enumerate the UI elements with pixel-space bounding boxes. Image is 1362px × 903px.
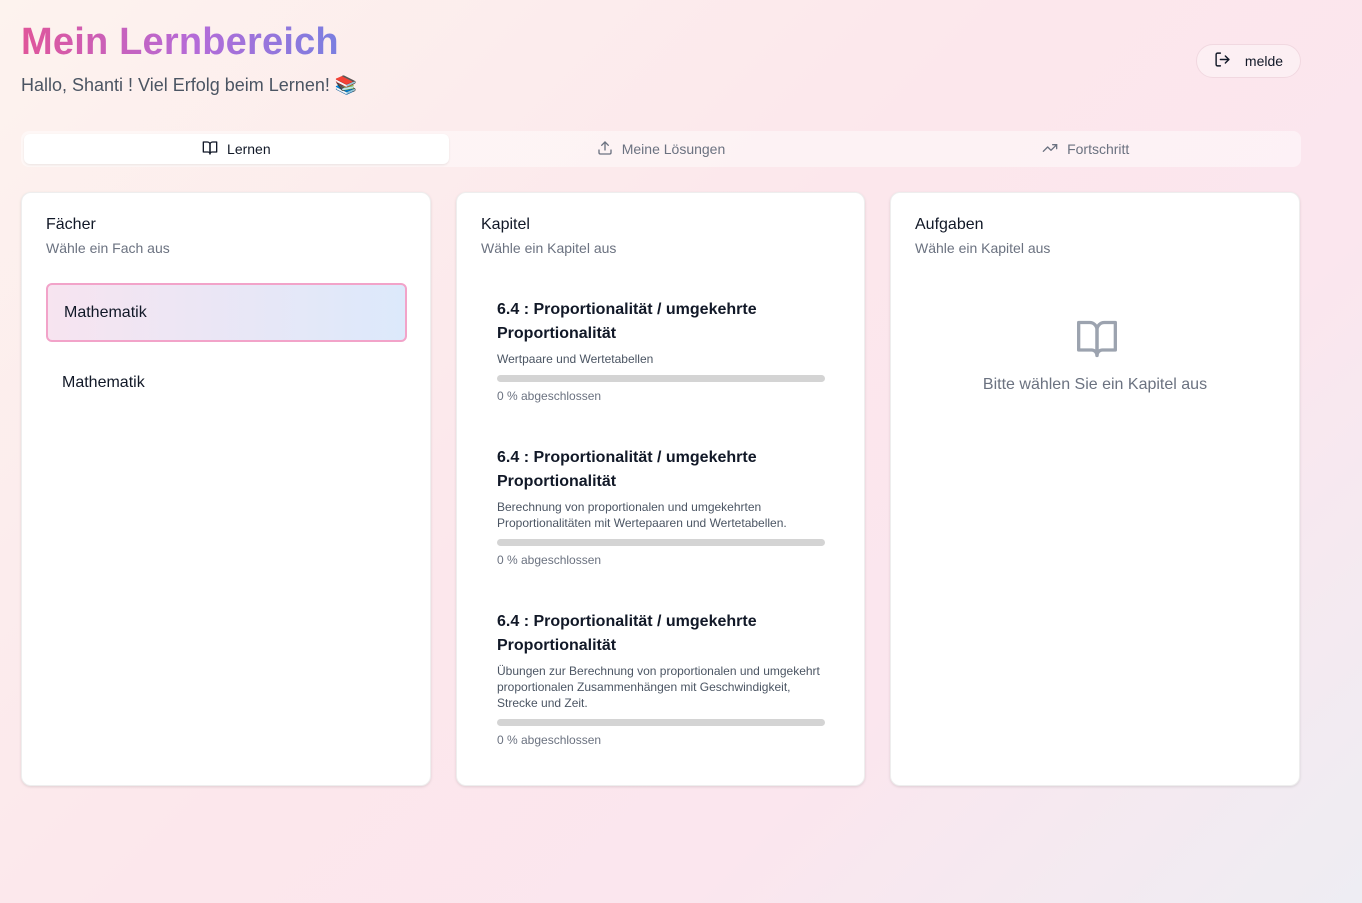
upload-icon: [597, 140, 613, 159]
chapter-item[interactable]: 6.4 : Proportionalität / umgekehrte Prop…: [497, 446, 827, 568]
book-open-icon: [1074, 317, 1120, 361]
chapter-item[interactable]: 6.4 : Proportionalität / umgekehrte Prop…: [497, 298, 827, 404]
chapter-title: 6.4 : Proportionalität / umgekehrte Prop…: [497, 613, 757, 654]
chapters-title: Kapitel: [481, 216, 530, 233]
chapter-item[interactable]: 6.4 : Proportionalität / umgekehrte Prop…: [497, 610, 827, 748]
subjects-description: Wähle ein Fach aus: [46, 240, 170, 256]
chapters-panel: Kapitel Wähle ein Kapitel aus 6.4 : Prop…: [456, 192, 865, 786]
logout-button[interactable]: melde: [1196, 44, 1301, 78]
chapter-title: 6.4 : Proportionalität / umgekehrte Prop…: [497, 301, 757, 342]
progress-bar: [497, 539, 825, 546]
tasks-panel: Aufgaben Wähle ein Kapitel aus Bitte wäh…: [890, 192, 1300, 786]
empty-state-text: Bitte wählen Sie ein Kapitel aus: [982, 376, 1208, 393]
chapters-description: Wähle ein Kapitel aus: [481, 240, 617, 256]
tab-fortschritt[interactable]: Fortschritt: [873, 134, 1298, 164]
chapter-description: Berechnung von proportionalen und umgeke…: [497, 500, 787, 530]
tasks-title: Aufgaben: [915, 216, 984, 233]
subjects-title: Fächer: [46, 216, 96, 233]
subject-item-selected[interactable]: Mathematik: [46, 283, 407, 342]
chapter-title: 6.4 : Proportionalität / umgekehrte Prop…: [497, 449, 757, 490]
tasks-description: Wähle ein Kapitel aus: [915, 240, 1051, 256]
progress-label: 0 % abgeschlossen: [497, 389, 602, 403]
tab-label: Meine Lösungen: [621, 141, 726, 157]
progress-bar: [497, 375, 825, 382]
tab-lernen[interactable]: Lernen: [24, 134, 449, 164]
subject-label: Mathematik: [62, 373, 145, 391]
tab-label: Fortschritt: [1067, 141, 1130, 157]
trending-up-icon: [1042, 140, 1058, 159]
logout-label: melde: [1244, 53, 1284, 69]
subject-label: Mathematik: [64, 303, 147, 321]
tab-meine-loesungen[interactable]: Meine Lösungen: [449, 134, 874, 164]
progress-bar: [497, 719, 825, 726]
progress-label: 0 % abgeschlossen: [497, 553, 602, 567]
book-open-icon: [202, 140, 218, 159]
chapter-description: Wertpaare und Wertetabellen: [497, 352, 654, 366]
progress-label: 0 % abgeschlossen: [497, 733, 602, 747]
logout-icon: [1214, 51, 1231, 71]
subject-item[interactable]: Mathematik: [46, 353, 407, 412]
greeting-text: Hallo, Shanti ! Viel Erfolg beim Lernen!…: [21, 75, 358, 95]
chapter-description: Übungen zur Berechnung von proportionale…: [497, 664, 820, 710]
tab-bar: Lernen Meine Lösungen Fortschritt: [21, 131, 1301, 167]
subjects-panel: Fächer Wähle ein Fach aus Mathematik Mat…: [21, 192, 431, 786]
tab-label: Lernen: [227, 141, 271, 157]
page-title: Mein Lernbereich: [21, 21, 339, 63]
